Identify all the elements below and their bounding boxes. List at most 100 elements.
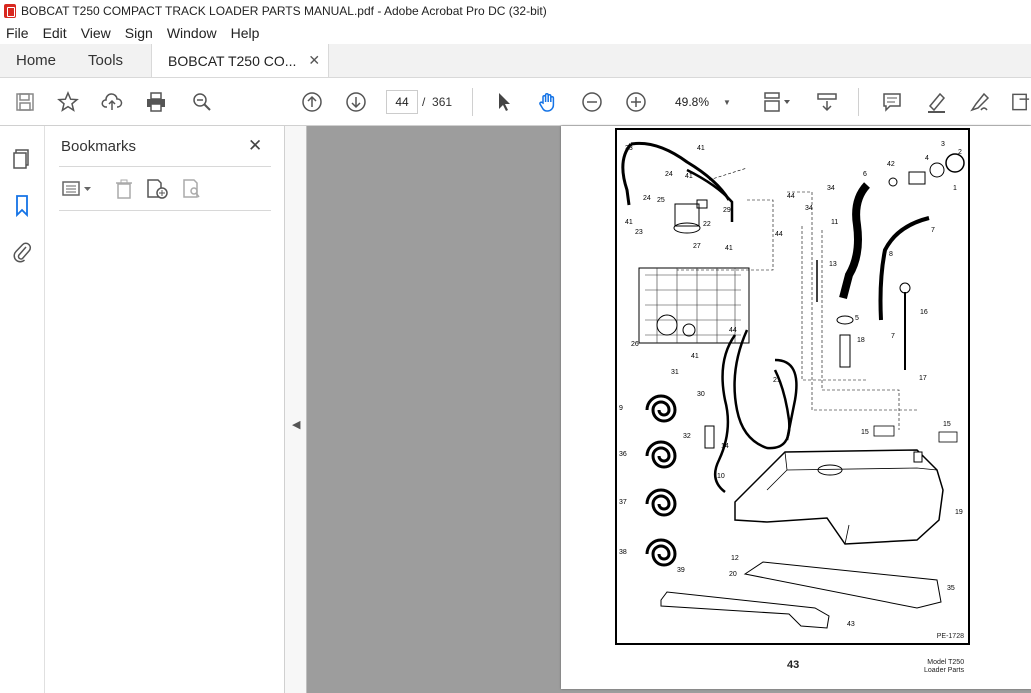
svg-text:37: 37 (619, 499, 627, 506)
new-bookmark-icon[interactable] (145, 178, 168, 200)
page-down-icon[interactable] (344, 90, 368, 114)
page-display-icon[interactable] (760, 90, 794, 114)
svg-text:6: 6 (863, 171, 867, 178)
svg-text:15: 15 (861, 429, 869, 436)
pdf-page: 2341 42 6 7 8 41 33 41 24 29 24 25 41 23 22 27 41 26… (561, 126, 1031, 689)
svg-text:26: 26 (631, 341, 639, 348)
menu-view[interactable]: View (81, 25, 111, 41)
sign-pen-icon[interactable] (968, 90, 992, 114)
svg-text:4: 4 (925, 155, 929, 162)
window-title: BOBCAT T250 COMPACT TRACK LOADER PARTS M… (21, 4, 547, 18)
svg-text:1: 1 (953, 185, 957, 192)
delete-bookmark-icon[interactable] (113, 178, 135, 200)
tab-document[interactable]: BOBCAT T250 CO... ✕ (151, 44, 330, 77)
coiled-hose (645, 394, 677, 567)
menu-window[interactable]: Window (167, 25, 217, 41)
menu-bar: File Edit View Sign Window Help (0, 22, 1031, 44)
zoom-in-icon[interactable] (624, 90, 648, 114)
svg-text:41: 41 (697, 145, 705, 152)
left-rail (0, 126, 45, 693)
figure-id: PE-1728 (936, 633, 964, 640)
svg-text:27: 27 (693, 243, 701, 250)
page-separator: / (422, 95, 426, 109)
svg-text:38: 38 (619, 549, 627, 556)
svg-text:24: 24 (643, 195, 651, 202)
svg-text:18: 18 (857, 337, 865, 344)
close-icon[interactable]: ✕ (248, 136, 262, 156)
print-icon[interactable] (144, 90, 168, 114)
svg-text:21: 21 (773, 377, 781, 384)
svg-text:35: 35 (947, 585, 955, 592)
toolbar-divider (858, 88, 859, 116)
zoom-select[interactable]: 49.8% ▼ (670, 90, 740, 114)
zoom-value: 49.8% (675, 95, 710, 109)
page-total: / 361 (422, 95, 452, 109)
svg-text:24: 24 (665, 171, 673, 178)
svg-text:29: 29 (723, 207, 731, 214)
svg-text:33: 33 (625, 145, 633, 152)
svg-text:9: 9 (619, 405, 623, 412)
share-icon[interactable] (1010, 90, 1031, 114)
divider (59, 210, 271, 211)
toolbar-divider (472, 88, 473, 116)
svg-text:41: 41 (625, 219, 633, 226)
svg-text:34: 34 (827, 185, 835, 192)
tab-tools[interactable]: Tools (72, 44, 139, 77)
svg-text:25: 25 (657, 197, 665, 204)
zoom-search-icon[interactable] (190, 90, 214, 114)
menu-sign[interactable]: Sign (125, 25, 153, 41)
svg-text:44: 44 (787, 193, 795, 200)
tab-home[interactable]: Home (0, 44, 72, 77)
svg-text:13: 13 (829, 261, 837, 268)
svg-text:10: 10 (717, 473, 725, 480)
comment-icon[interactable] (880, 90, 904, 114)
save-icon[interactable] (13, 90, 37, 114)
svg-text:11: 11 (831, 219, 838, 226)
hand-tool-icon[interactable] (536, 90, 560, 114)
highlight-pen-icon[interactable] (924, 90, 948, 114)
svg-text:22: 22 (703, 221, 711, 228)
svg-text:43: 43 (847, 621, 855, 628)
find-bookmark-icon[interactable] (181, 178, 203, 200)
attachment-icon[interactable] (11, 240, 33, 269)
cloud-upload-icon[interactable] (100, 90, 124, 114)
menu-file[interactable]: File (6, 25, 29, 41)
parts-diagram: 2341 42 6 7 8 41 33 41 24 29 24 25 41 23 22 27 41 26… (615, 128, 970, 645)
bookmark-options-icon[interactable] (61, 178, 91, 200)
tab-close-icon[interactable]: ✕ (308, 52, 320, 69)
star-icon[interactable] (56, 90, 80, 114)
menu-edit[interactable]: Edit (43, 25, 67, 41)
zoom-out-icon[interactable] (580, 90, 604, 114)
svg-text:14: 14 (721, 443, 729, 450)
menu-help[interactable]: Help (231, 25, 260, 41)
svg-text:31: 31 (671, 369, 679, 376)
svg-text:41: 41 (685, 173, 693, 180)
bookmarks-panel: Bookmarks ✕ (45, 126, 285, 693)
svg-text:39: 39 (677, 567, 685, 574)
svg-text:2: 2 (958, 149, 962, 156)
page-thumbnails-icon[interactable] (11, 148, 33, 175)
page-footer: Model T250 Loader Parts (924, 659, 964, 675)
document-viewer[interactable]: 2341 42 6 7 8 41 33 41 24 29 24 25 41 23 22 27 41 26… (307, 126, 1031, 693)
fuel-system-exploded-view: 2341 42678 41334124 2924 2541 232227 41 26… (619, 141, 965, 629)
svg-text:34: 34 (805, 205, 813, 212)
panel-collapse-handle[interactable]: ◀ (285, 126, 307, 693)
svg-text:7: 7 (891, 333, 895, 340)
page-number-input[interactable]: 44 (386, 90, 418, 114)
tab-bar: Home Tools BOBCAT T250 CO... ✕ (0, 44, 1031, 78)
svg-text:23: 23 (635, 229, 643, 236)
svg-text:32: 32 (683, 433, 691, 440)
svg-text:44: 44 (729, 327, 737, 334)
page-up-icon[interactable] (300, 90, 324, 114)
bookmarks-title: Bookmarks (61, 138, 137, 155)
svg-text:3: 3 (941, 141, 945, 148)
select-cursor-icon[interactable] (492, 90, 516, 114)
fuel-tank (734, 425, 958, 545)
footer-section: Loader Parts (924, 667, 965, 674)
svg-text:12: 12 (731, 555, 739, 562)
bookmark-panel-icon[interactable] (11, 194, 33, 223)
svg-text:15: 15 (943, 421, 951, 428)
svg-text:19: 19 (955, 509, 963, 516)
scroll-mode-icon[interactable] (815, 90, 839, 114)
svg-text:17: 17 (919, 375, 927, 382)
